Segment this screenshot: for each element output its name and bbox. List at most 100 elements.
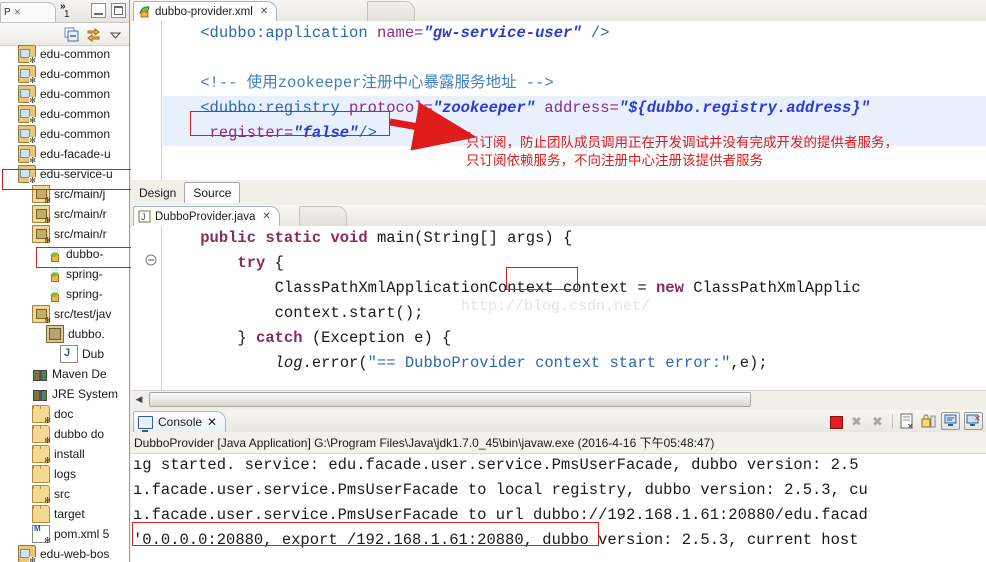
code-token: address= [535,99,619,117]
tab-dubbo-provider-java[interactable]: J DubboProvider.java ✕ [133,206,280,226]
project-tree[interactable]: edu-common edu-common edu-common edu-common… [0,44,129,562]
code-line: context.start(); [163,301,986,326]
java-source-code[interactable]: public static void main(String[] args) {… [163,226,986,408]
scrollbar-thumb[interactable] [149,392,751,407]
tree-item[interactable]: doc [0,404,129,425]
tab-dubbo-provider-xml-label: dubbo-provider.xml [155,5,253,18]
xml-file-icon [138,5,151,18]
tab-package-explorer[interactable]: P ✕ [0,2,56,22]
folder-special-icon [32,485,51,505]
close-icon[interactable]: ✕ [207,415,217,429]
tree-item[interactable]: JRE System [0,384,129,404]
tab-console-label: Console [158,415,203,429]
tab-dubbo-provider-xml[interactable]: dubbo-provider.xml ✕ [133,1,278,21]
tree-item[interactable]: src/main/r [0,224,129,245]
tree-item[interactable]: src/main/r [0,204,129,225]
folder-icon [32,405,51,425]
view-window-buttons [91,3,126,18]
tree-item-label: spring- [66,287,103,301]
collapse-all-icon[interactable] [64,27,79,42]
tree-item[interactable]: Maven De [0,364,129,384]
code-token: 使用zookeeper注册中心暴露服务地址 [246,74,517,92]
tree-item[interactable]: src [0,484,129,505]
scroll-left-icon[interactable]: ◀ [131,394,147,405]
java-editor-tabstrip: J DubboProvider.java ✕ [131,205,986,227]
tree-item[interactable]: spring- [0,284,129,304]
code-token: /> [581,24,610,42]
project-icon [18,85,37,105]
java-horizontal-scrollbar[interactable]: ◀ [131,390,986,408]
tab-source[interactable]: Source [184,182,241,203]
xml-editor-gutter [131,21,162,203]
view-menu-icon[interactable] [108,27,123,42]
code-token: <!-- [200,74,247,92]
tree-item[interactable]: dubbo do [0,424,129,445]
tree-item[interactable]: edu-common [0,64,129,85]
tree-item[interactable]: edu-service-u [0,164,129,185]
tree-item[interactable]: src/test/jav [0,304,129,325]
clear-console-icon[interactable]: ✕ [899,413,916,431]
maximize-icon[interactable] [111,3,126,18]
scroll-lock-icon[interactable] [920,413,937,430]
toolbar-separator [892,414,893,428]
package-explorer-tabstrip: P ✕ » 1 [0,0,129,23]
tree-item[interactable]: edu-common [0,44,129,65]
close-icon[interactable]: ✕ [262,211,270,222]
code-token: new [655,279,684,297]
tree-item[interactable]: edu-common [0,84,129,105]
code-token: ,e); [730,354,768,372]
tree-item-label: src/main/r [54,227,107,241]
project-icon [18,45,37,65]
project-icon [18,65,37,85]
svg-text:J: J [141,212,146,222]
tree-item-label: src/main/j [54,187,106,201]
tree-item[interactable]: target [0,504,129,524]
tree-item[interactable]: Dub [0,344,129,364]
close-icon[interactable]: ✕ [14,7,22,18]
tree-item[interactable]: edu-facade-u [0,144,129,165]
code-token: protocol= [339,99,433,117]
package-explorer-view: P ✕ » 1 ✻ edu-common ✻ edu-common ✻ edu-… [0,0,146,562]
terminate-icon[interactable] [827,413,844,430]
tree-item[interactable]: pom.xml 5 [0,524,129,545]
code-token: "${dubbo.registry.address}" [618,99,870,117]
code-line: ClassPathXmlApplicationContext context =… [163,276,986,301]
source-folder-icon [32,185,51,205]
xml-editor: dubbo-provider.xml ✕ <dubbo:application … [131,0,986,203]
tree-item-label: Maven De [52,367,107,381]
link-with-editor-icon[interactable] [86,27,101,42]
code-line: try { [163,251,986,276]
tree-item-label: edu-common [40,127,111,141]
console-output[interactable]: ıg started. service: edu.facade.user.ser… [131,453,986,562]
xml-source-code[interactable]: <dubbo:application name="gw-service-user… [163,21,986,203]
tree-item-label: edu-facade-u [40,147,111,161]
tab-design[interactable]: Design [131,183,184,203]
tree-item[interactable]: dubbo- [0,244,129,264]
tree-item[interactable]: edu-common [0,104,129,125]
display-selected-console-icon[interactable] [941,412,960,430]
xml-file-icon [46,285,62,302]
library-icon [32,386,48,402]
remove-all-terminated-icon[interactable]: ✖ [869,413,886,430]
close-icon[interactable]: ✕ [260,6,268,17]
minimize-icon[interactable] [91,3,106,18]
java-editor: J DubboProvider.java ✕ public static voi… [131,205,986,408]
code-token: "== DubboProvider context start error:" [367,354,731,372]
code-token: try [237,254,266,272]
tree-item[interactable]: dubbo. [0,324,129,344]
annotation-line-1: 只订阅，防止团队成员调用正在开发调试并没有完成开发的提供者服务， [466,135,898,151]
tree-item[interactable]: logs [0,464,129,484]
tree-item[interactable]: install [0,444,129,465]
tree-item[interactable]: edu-common [0,124,129,145]
remove-launch-icon[interactable]: ✖ [848,413,865,430]
tab-console[interactable]: Console ✕ [133,411,227,432]
tree-item[interactable]: edu-web-bos [0,544,129,562]
tree-item-label: edu-service-u [40,167,113,181]
tree-item[interactable]: spring- [0,264,129,284]
tree-item[interactable]: src/main/j [0,184,129,205]
library-icon [32,366,48,382]
tree-item-label: edu-common [40,107,111,121]
open-console-icon[interactable]: ✕ [964,412,983,430]
